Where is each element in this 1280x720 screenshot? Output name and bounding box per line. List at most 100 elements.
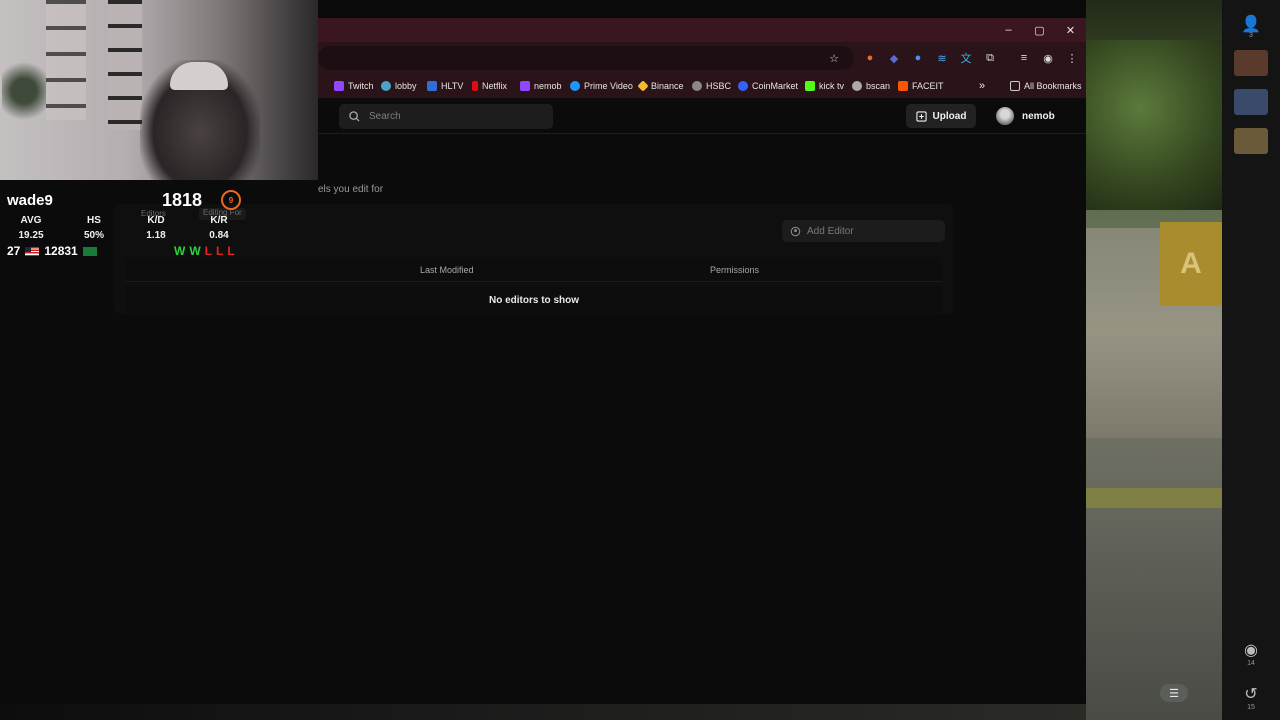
player-name: wade9 [7, 192, 53, 209]
viewer-count: 3 [1249, 32, 1253, 39]
bookmark-nemob[interactable]: nemob [520, 77, 562, 95]
bookmark-label: lobby [395, 81, 417, 91]
plant [2, 56, 46, 126]
bookmark-faceit[interactable]: FACEIT [898, 77, 944, 95]
close-button[interactable]: ✕ [1055, 18, 1086, 42]
minimize-button[interactable]: – [993, 18, 1024, 42]
page-subtitle: els you edit for [318, 184, 384, 195]
bookmark-label: nemob [534, 81, 562, 91]
level-badge: 9 [221, 190, 241, 210]
shoe-shelf [108, 0, 142, 130]
bookmark-label: CoinMarket [752, 81, 799, 91]
binance-icon [637, 80, 649, 92]
prime-video-icon [570, 81, 580, 91]
elo-value: 1818 [162, 190, 203, 210]
recent-results: W W L L L [174, 244, 235, 258]
bookmark-label: bscan [866, 81, 891, 91]
points-value: 12831 [44, 244, 78, 258]
bookmark-prime-video[interactable]: Prime Video [570, 77, 633, 95]
result-loss: L [216, 244, 224, 258]
faceit-icon [898, 81, 908, 91]
twitch-icon [334, 81, 344, 91]
user-menu[interactable]: nemob [996, 104, 1055, 128]
bookmark-hsbc[interactable]: HSBC [692, 77, 731, 95]
game-view: A [1086, 0, 1222, 720]
netflix-icon [472, 81, 478, 91]
bookmark-hltv[interactable]: HLTV [427, 77, 463, 95]
result-win: W [189, 244, 201, 258]
extension-fox-icon[interactable]: ● [860, 48, 880, 68]
reading-list-icon[interactable]: ≡ [1014, 48, 1034, 68]
all-bookmarks-label: All Bookmarks [1024, 81, 1082, 91]
bookmark-label: HLTV [441, 81, 464, 91]
folder-icon [1010, 81, 1020, 91]
broadcast-icon[interactable]: ◉ [1239, 638, 1263, 662]
stream-sidebar: 👤 3 ◉ 14 ↺ 15 [1222, 0, 1280, 720]
add-editor-input[interactable] [807, 225, 937, 237]
bookmark-label: Netflix [482, 81, 508, 91]
search-box[interactable] [339, 104, 553, 129]
bookmark-label: HSBC [706, 81, 732, 91]
bookmark-label: Binance [651, 81, 684, 91]
upload-button[interactable]: Upload [906, 104, 976, 128]
bookmark-netflix[interactable]: Netflix [472, 77, 507, 95]
stat-label: K/D [147, 215, 165, 226]
upload-label: Upload [932, 110, 967, 122]
bookmark-kick-tv[interactable]: kick tv [805, 77, 844, 95]
extension-shield-icon[interactable]: ◆ [884, 48, 904, 68]
kick-icon [805, 81, 815, 91]
add-editor-field[interactable] [782, 220, 945, 242]
stat-value: 50% [83, 230, 104, 241]
desktop-bottom-strip [0, 704, 1086, 720]
streamer-hat [170, 62, 228, 90]
rank-value: 27 [7, 244, 21, 258]
bookmark-coinmarket[interactable]: CoinMarket [738, 77, 798, 95]
column-permissions[interactable]: Permissions [710, 265, 759, 275]
bscan-icon [852, 81, 862, 91]
restore-button[interactable]: ▢ [1024, 18, 1055, 42]
sidebar-channel-3[interactable] [1234, 128, 1268, 154]
user-search-icon [790, 226, 801, 236]
more-bookmarks-button[interactable]: » [979, 77, 985, 95]
stat-label: HS [87, 215, 101, 226]
extension-translate-icon[interactable]: 文 [956, 48, 976, 68]
result-win: W [174, 244, 186, 258]
bookmark-binance[interactable]: Binance [637, 77, 684, 95]
profile-avatar-icon[interactable]: ◉ [1038, 48, 1058, 68]
globe-icon [692, 81, 702, 91]
twitch-icon [520, 81, 530, 91]
stat-label: K/R [210, 215, 228, 226]
browser-menu-icon[interactable]: ⋮ [1062, 48, 1082, 68]
history-icon[interactable]: ↺ [1239, 682, 1263, 706]
chat-settings-icon[interactable]: ☰ [1160, 684, 1188, 702]
game-grass [1086, 488, 1222, 508]
result-loss: L [204, 244, 212, 258]
extension-icons: ☆ ● ◆ ● ≋ 文 ⧉ ≡ ◉ ⋮ [824, 48, 1082, 68]
sidebar-channel-1[interactable] [1234, 50, 1268, 76]
bookmark-star-icon[interactable]: ☆ [824, 48, 844, 68]
us-flag-icon [25, 246, 40, 256]
search-input[interactable] [369, 111, 529, 122]
lobby-icon [381, 81, 391, 91]
bookmark-twitch[interactable]: Twitch [334, 77, 374, 95]
all-bookmarks-button[interactable]: All Bookmarks [1010, 77, 1082, 95]
address-bar[interactable] [318, 46, 854, 70]
result-loss: L [227, 244, 235, 258]
bookmark-bscan[interactable]: bscan [852, 77, 890, 95]
empty-state: No editors to show [126, 286, 942, 314]
extensions-puzzle-icon[interactable]: ⧉ [980, 48, 1000, 68]
username: nemob [1022, 110, 1055, 122]
bookmark-label: Prime Video [584, 81, 633, 91]
upload-icon [915, 110, 927, 122]
extension-blue-icon[interactable]: ● [908, 48, 928, 68]
search-icon [349, 111, 360, 122]
stat-value: 19.25 [18, 230, 44, 241]
sidebar-channel-2[interactable] [1234, 89, 1268, 115]
stat-label: AVG [20, 215, 42, 226]
column-last-modified[interactable]: Last Modified [420, 265, 474, 275]
extension-wave-icon[interactable]: ≋ [932, 48, 952, 68]
bookmark-label: Twitch [348, 81, 374, 91]
shoe-shelf [46, 0, 86, 120]
coinmarket-icon [738, 81, 748, 91]
bookmark-lobby[interactable]: lobby [381, 77, 417, 95]
